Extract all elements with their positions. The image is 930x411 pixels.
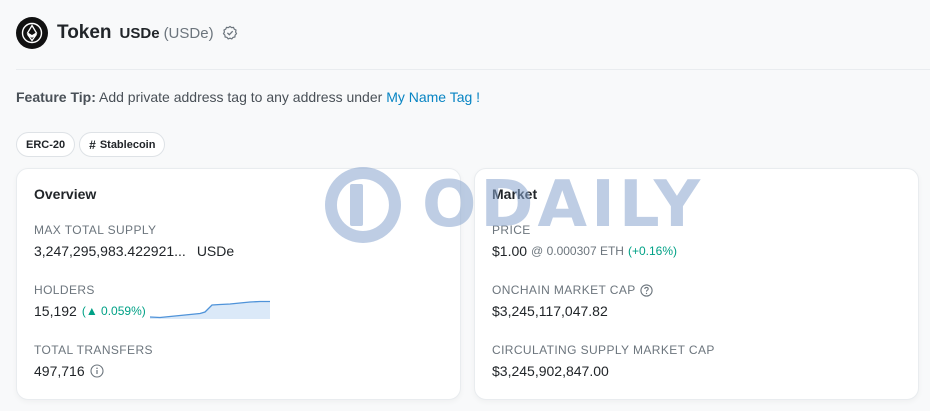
price-value-row: $1.00 @ 0.000307 ETH (+0.16%): [492, 243, 677, 259]
feature-tip-label: Feature Tip:: [16, 89, 96, 105]
total-transfers-value: 497,716: [34, 363, 85, 379]
circ-cap-value: $3,245,902,847.00: [492, 363, 609, 379]
market-title: Market: [492, 186, 538, 202]
page-title: Token: [57, 22, 112, 43]
tag-label: Stablecoin: [99, 138, 156, 151]
onchain-cap-label-row: ONCHAIN MARKET CAP: [492, 283, 653, 297]
price-value: $1.00: [492, 243, 528, 259]
token-header: Token USDe (USDe): [16, 16, 238, 50]
overview-card: Overview MAX TOTAL SUPPLY 3,247,295,983.…: [16, 168, 461, 400]
overview-title: Overview: [34, 186, 97, 202]
price-label: PRICE: [492, 223, 531, 237]
holders-value-row: 15,192 (▲ 0.059%): [34, 303, 146, 319]
total-transfers-row: 497,716: [34, 363, 104, 379]
price-eth: @ 0.000307 ETH: [531, 244, 624, 258]
onchain-cap-label: ONCHAIN MARKET CAP: [492, 283, 636, 297]
total-transfers-label: TOTAL TRANSFERS: [34, 343, 153, 357]
tag-label: ERC-20: [26, 138, 66, 151]
max-supply-value-row: 3,247,295,983.422921... USDe: [34, 243, 234, 259]
max-supply-value: 3,247,295,983.422921...: [34, 243, 186, 259]
holders-sparkline: [150, 300, 270, 319]
token-logo: [16, 17, 48, 49]
my-name-tag-link[interactable]: My Name Tag !: [386, 89, 480, 105]
token-name: USDe: [119, 24, 160, 42]
feature-tip-text: Add private address tag to any address u…: [99, 89, 383, 105]
holders-label: HOLDERS: [34, 283, 95, 297]
max-supply-label: MAX TOTAL SUPPLY: [34, 223, 157, 237]
onchain-cap-value: $3,245,117,047.82: [492, 303, 608, 319]
max-supply-unit: USDe: [196, 243, 235, 259]
circ-cap-label: CIRCULATING SUPPLY MARKET CAP: [492, 343, 715, 357]
header-divider: [16, 69, 930, 70]
token-symbol: (USDe): [163, 24, 214, 42]
holders-value[interactable]: 15,192: [34, 303, 77, 319]
holders-change: (▲ 0.059%): [81, 304, 146, 318]
info-icon[interactable]: [90, 364, 104, 378]
tag-stablecoin[interactable]: # Stablecoin: [79, 132, 166, 157]
token-tags: ERC-20 # Stablecoin: [16, 132, 166, 157]
question-icon[interactable]: [640, 283, 653, 297]
market-card: Market PRICE $1.00 @ 0.000307 ETH (+0.16…: [474, 168, 919, 400]
tag-erc20[interactable]: ERC-20: [16, 132, 76, 157]
feature-tip: Feature Tip: Add private address tag to …: [16, 89, 480, 105]
hash-icon: #: [89, 137, 96, 152]
verified-check-icon[interactable]: [222, 25, 238, 41]
price-change: (+0.16%): [627, 244, 677, 258]
